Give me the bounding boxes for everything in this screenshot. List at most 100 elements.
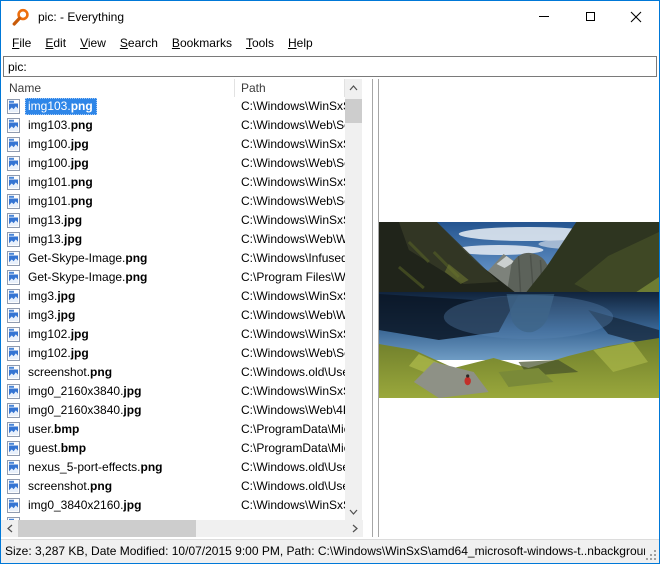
result-name-cell[interactable]: img102.jpg: [1, 344, 234, 363]
title-bar[interactable]: pic: - Everything: [1, 1, 659, 32]
result-row[interactable]: Get-Skype-Image.png C:\Windows\InfusedA: [1, 249, 345, 268]
result-path-cell[interactable]: C:\Windows\WinSxS\a: [241, 211, 345, 230]
scroll-right-button[interactable]: [346, 520, 363, 537]
result-row[interactable]: img100.jpg C:\Windows\Web\Scr: [1, 154, 345, 173]
minimize-button[interactable]: [521, 1, 567, 32]
result-name-cell[interactable]: screenshot.png: [1, 477, 234, 496]
result-path-cell[interactable]: C:\Program Files\Win: [241, 268, 345, 287]
result-path-cell[interactable]: C:\Windows.old\Users: [241, 363, 345, 382]
result-row[interactable]: img0_2160x3840.jpg C:\Windows\Web\4K\W: [1, 401, 345, 420]
result-name-cell[interactable]: guest.bmp: [1, 439, 234, 458]
result-row[interactable]: img101.png C:\Windows\WinSxS\a: [1, 173, 345, 192]
result-row[interactable]: user.bmp C:\ProgramData\Micr: [1, 420, 345, 439]
close-button[interactable]: [613, 1, 659, 32]
result-path-cell[interactable]: C:\Windows\WinSxS\a: [241, 135, 345, 154]
menu-search[interactable]: Search: [113, 34, 165, 52]
result-name-cell[interactable]: img100.jpg: [1, 154, 234, 173]
column-header-path[interactable]: Path: [241, 81, 266, 95]
result-name-cell[interactable]: user.bmp: [1, 420, 234, 439]
scroll-left-button[interactable]: [1, 520, 18, 537]
menu-view[interactable]: View: [73, 34, 113, 52]
result-row[interactable]: img3.jpg C:\Windows\Web\Wa: [1, 306, 345, 325]
search-input[interactable]: [3, 56, 657, 77]
result-path-cell[interactable]: C:\Windows\Web\Wa: [241, 230, 345, 249]
result-row[interactable]: img3.jpg C:\Windows\WinSxS\a: [1, 287, 345, 306]
result-row[interactable]: img103.png C:\Windows\WinSxS\a: [1, 97, 345, 116]
result-row[interactable]: img0_3840x2160.jpg C:\Windows\WinSxS\a: [1, 496, 345, 515]
result-path-cell[interactable]: C:\Windows\WinSxS\a: [241, 173, 345, 192]
result-row[interactable]: img100.jpg C:\Windows\WinSxS\a: [1, 135, 345, 154]
menu-help[interactable]: Help: [281, 34, 320, 52]
result-row[interactable]: guest.bmp C:\ProgramData\Micr: [1, 439, 345, 458]
file-name: img103.png: [25, 117, 97, 134]
result-path-cell[interactable]: C:\Windows\WinSxS\a: [241, 325, 345, 344]
result-name-cell[interactable]: img101.png: [1, 192, 234, 211]
result-path-cell[interactable]: C:\Windows\Web\Wa: [241, 306, 345, 325]
menu-bookmarks[interactable]: Bookmarks: [165, 34, 239, 52]
resize-grip-icon[interactable]: [645, 549, 658, 562]
result-row[interactable]: img103.png C:\Windows\Web\Scr: [1, 116, 345, 135]
status-text: Size: 3,287 KB, Date Modified: 10/07/201…: [5, 540, 645, 563]
horizontal-scroll-thumb[interactable]: [18, 520, 196, 537]
scroll-down-button[interactable]: [345, 503, 362, 520]
result-path-cell[interactable]: C:\Windows\InfusedA: [241, 249, 345, 268]
result-path-cell[interactable]: C:\Windows\WinSxS\a: [241, 97, 345, 116]
menu-tools[interactable]: Tools: [239, 34, 281, 52]
column-divider[interactable]: [234, 79, 235, 97]
result-path-cell[interactable]: C:\Windows\Web\Scr: [241, 154, 345, 173]
maximize-button[interactable]: [567, 1, 613, 32]
result-name-cell[interactable]: img13.jpg: [1, 211, 234, 230]
result-name-cell[interactable]: img3.jpg: [1, 287, 234, 306]
result-name-cell[interactable]: img103.png: [1, 97, 234, 116]
vertical-scrollbar[interactable]: [345, 79, 362, 520]
file-name: screenshot.png: [25, 364, 116, 381]
result-name-cell[interactable]: Get-Skype-Image.png: [1, 268, 234, 287]
result-path-cell[interactable]: C:\Windows\Web\4K\W: [241, 401, 345, 420]
result-name-cell[interactable]: nexus_5-port-effects.png: [1, 458, 234, 477]
file-name: img3.jpg: [25, 288, 79, 305]
result-name-cell[interactable]: img13.jpg: [1, 230, 234, 249]
file-name: img0_2160x3840.jpg: [25, 383, 145, 400]
file-name: Get-Skype-Image.png: [25, 250, 151, 267]
scroll-up-button[interactable]: [345, 79, 362, 96]
result-path-cell[interactable]: C:\Windows.old\Users: [241, 477, 345, 496]
result-row[interactable]: nexus_5-port-effects.png C:\Windows.old\…: [1, 458, 345, 477]
result-name-cell[interactable]: img101.png: [1, 173, 234, 192]
result-name-cell[interactable]: img3.jpg: [1, 306, 234, 325]
image-file-icon: [7, 99, 20, 114]
result-row[interactable]: Get-Skype-Image.png C:\Program Files\Win: [1, 268, 345, 287]
pane-splitter[interactable]: [363, 79, 378, 537]
result-path-cell[interactable]: C:\Windows\Web\Scr: [241, 192, 345, 211]
result-path-cell[interactable]: C:\ProgramData\Micr: [241, 439, 345, 458]
result-path-cell[interactable]: C:\Windows\WinSxS\a: [241, 382, 345, 401]
menu-edit[interactable]: Edit: [38, 34, 73, 52]
result-row[interactable]: img13.jpg C:\Windows\WinSxS\a: [1, 211, 345, 230]
result-row[interactable]: img102.jpg C:\Windows\WinSxS\a: [1, 325, 345, 344]
horizontal-scrollbar[interactable]: [1, 520, 363, 537]
result-name-cell[interactable]: img0_2160x3840.jpg: [1, 382, 234, 401]
result-path-cell[interactable]: C:\Windows\Web\Scr: [241, 344, 345, 363]
chevron-left-icon: [7, 524, 13, 533]
result-name-cell[interactable]: screenshot.png: [1, 363, 234, 382]
result-row[interactable]: img102.jpg C:\Windows\Web\Scr: [1, 344, 345, 363]
result-name-cell[interactable]: img100.jpg: [1, 135, 234, 154]
result-path-cell[interactable]: C:\Windows\WinSxS\a: [241, 496, 345, 515]
result-path-cell[interactable]: C:\Windows.old\Users: [241, 458, 345, 477]
result-name-cell[interactable]: img0_2160x3840.jpg: [1, 401, 234, 420]
menu-file[interactable]: File: [5, 34, 38, 52]
result-row[interactable]: img0_2160x3840.jpg C:\Windows\WinSxS\a: [1, 382, 345, 401]
result-path-cell[interactable]: C:\Windows\Web\Scr: [241, 116, 345, 135]
result-name-cell[interactable]: img103.png: [1, 116, 234, 135]
result-row[interactable]: screenshot.png C:\Windows.old\Users: [1, 477, 345, 496]
file-name: img3.jpg: [25, 307, 79, 324]
result-row[interactable]: img13.jpg C:\Windows\Web\Wa: [1, 230, 345, 249]
vertical-scroll-thumb[interactable]: [345, 99, 362, 123]
result-name-cell[interactable]: img0_3840x2160.jpg: [1, 496, 234, 515]
result-name-cell[interactable]: Get-Skype-Image.png: [1, 249, 234, 268]
result-row[interactable]: img101.png C:\Windows\Web\Scr: [1, 192, 345, 211]
result-name-cell[interactable]: img102.jpg: [1, 325, 234, 344]
result-path-cell[interactable]: C:\Windows\WinSxS\a: [241, 287, 345, 306]
column-header-name[interactable]: Name: [9, 81, 41, 95]
result-row[interactable]: screenshot.png C:\Windows.old\Users: [1, 363, 345, 382]
result-path-cell[interactable]: C:\ProgramData\Micr: [241, 420, 345, 439]
